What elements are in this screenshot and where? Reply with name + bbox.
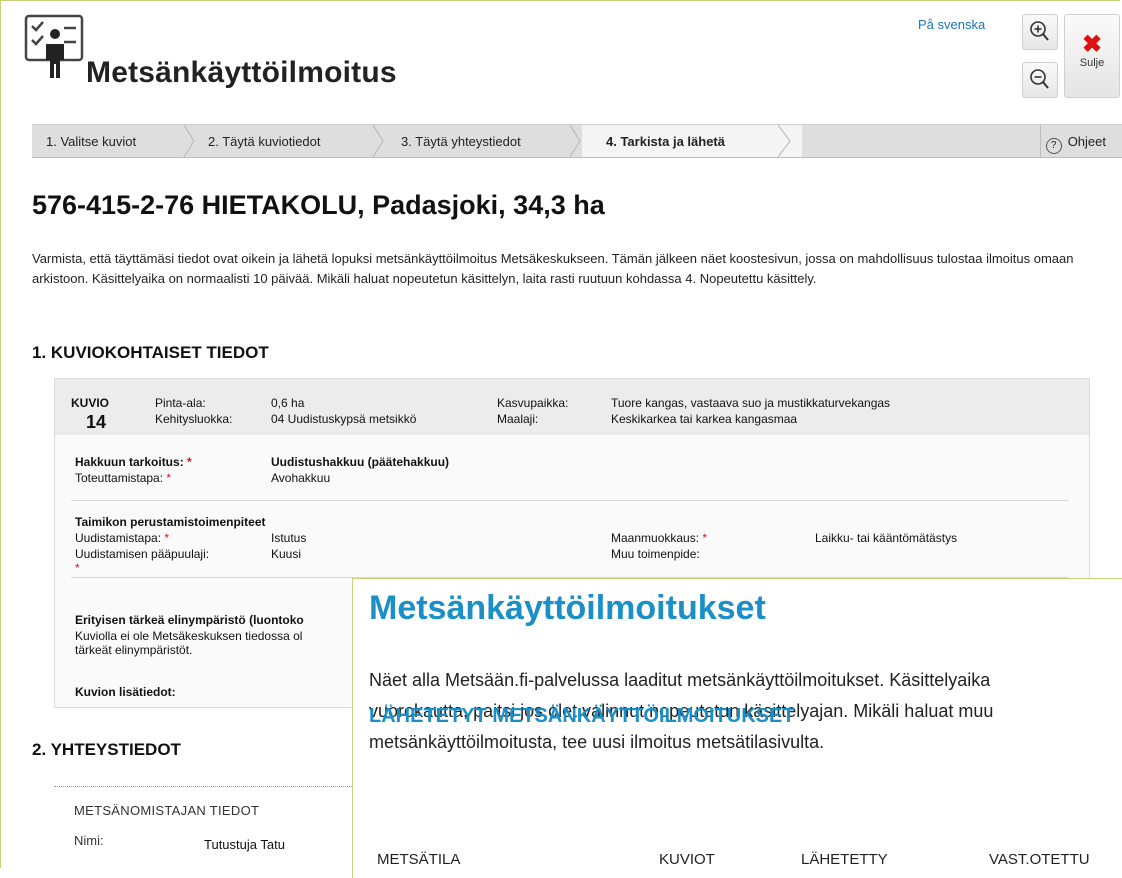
- uudistamistapa-value: Istutus: [271, 531, 307, 545]
- required-mark: *: [164, 531, 170, 545]
- maanmuokkaus-value: Laikku- tai kääntömätästys: [815, 531, 958, 545]
- column-header-vastaanotettu[interactable]: VAST.OTETTU: [989, 851, 1090, 868]
- pinta-ala-label: Pinta-ala:: [155, 396, 206, 410]
- kuvio-label: KUVIO: [71, 396, 110, 410]
- wizard-step-label: 2. Täytä kuviotiedot: [208, 134, 321, 149]
- required-mark: *: [166, 471, 172, 485]
- step-separator-icon: [778, 125, 791, 157]
- wizard-step-label: 4. Tarkista ja lähetä: [606, 134, 725, 149]
- wizard-step-3[interactable]: 3. Täytä yhteystiedot: [385, 125, 581, 157]
- column-header-kuviot[interactable]: KUVIOT: [659, 851, 715, 868]
- overlay-text-line: metsänkäyttöilmoitusta, tee uusi ilmoitu…: [369, 732, 825, 752]
- required-mark: *: [75, 561, 80, 575]
- owner-info-title: METSÄNOMISTAJAN TIEDOT: [74, 803, 260, 818]
- kasvupaikka-label: Kasvupaikka:: [497, 396, 569, 410]
- zoom-in-button[interactable]: [1022, 14, 1058, 50]
- app-title: Metsänkäyttöilmoitus: [86, 56, 397, 89]
- divider: [71, 500, 1069, 501]
- wizard-step-label: 1. Valitse kuviot: [46, 134, 137, 149]
- maalaji-label: Maalaji:: [497, 412, 539, 426]
- uudistamistapa-label: Uudistamistapa: *: [75, 531, 169, 545]
- muu-toimenpide-label: Muu toimenpide:: [611, 547, 700, 561]
- maalaji-value: Keskikarkea tai karkea kangasmaa: [611, 412, 798, 426]
- swedish-language-link[interactable]: På svenska: [918, 17, 985, 32]
- erityinen-text-line1: Kuviolla ei ole Metsäkeskuksen tiedossa …: [75, 629, 303, 643]
- hakkuu-value: Uudistushakkuu (päätehakkuu): [271, 455, 450, 469]
- paapuulaji-label: Uudistamisen pääpuulaji:: [75, 547, 210, 561]
- section-title-yhteystiedot: 2. YHTEYSTIEDOT: [32, 740, 181, 759]
- kuvio-header: KUVIO 14 Pinta-ala: 0,6 ha Kehitysluokka…: [55, 379, 1089, 435]
- owner-contact-section: METSÄNOMISTAJAN TIEDOT Nimi: Tutustuja T…: [54, 786, 354, 877]
- lisatiedot-label: Kuvion lisätiedot:: [75, 685, 176, 699]
- column-header-lahetetty[interactable]: LÄHETETTY: [801, 851, 888, 868]
- wizard-steps-bar: 1. Valitse kuviot 2. Täytä kuviotiedot 3…: [32, 124, 1122, 158]
- section-title-kuvio: 1. KUVIOKOHTAISET TIEDOT: [32, 343, 269, 362]
- zoom-out-icon: [1030, 69, 1049, 89]
- help-separator: [1040, 125, 1041, 157]
- required-mark: *: [187, 455, 192, 469]
- step-separator-icon: [183, 125, 195, 157]
- close-button-label: Sulje: [1079, 57, 1105, 69]
- forest-notice-logo-icon: [24, 14, 84, 78]
- zoom-out-button[interactable]: [1022, 62, 1058, 98]
- close-icon: ✖: [1081, 31, 1103, 58]
- column-header-metsatila[interactable]: METSÄTILA: [377, 851, 460, 868]
- wizard-step-2[interactable]: 2. Täytä kuviotiedot: [196, 125, 383, 157]
- overlay-subtitle: LÄHETETYT METSÄNKÄYTTÖILMOITUKSET: [369, 705, 795, 727]
- paapuulaji-value: Kuusi: [271, 547, 302, 561]
- help-button[interactable]: ? Ohjeet: [1045, 125, 1106, 157]
- overlay-text-line: Näet alla Metsään.fi-palvelussa laaditut…: [369, 670, 991, 690]
- uudistamistapa-label-text: Uudistamistapa:: [75, 531, 162, 545]
- wizard-step-1[interactable]: 1. Valitse kuviot: [32, 125, 196, 157]
- required-mark: *: [702, 531, 708, 545]
- owner-name-label: Nimi:: [74, 833, 104, 848]
- erityinen-title: Erityisen tärkeä elinympäristö (luontoko: [75, 613, 304, 627]
- overlay-title: Metsänkäyttöilmoitukset: [369, 589, 766, 627]
- kehitysluokka-label: Kehitysluokka:: [155, 412, 233, 426]
- toteutus-label: Toteuttamistapa: *: [75, 471, 171, 485]
- help-icon: ?: [1045, 138, 1062, 154]
- page-title: 576-415-2-76 HIETAKOLU, Padasjoki, 34,3 …: [32, 190, 605, 220]
- toteutus-value: Avohakkuu: [271, 471, 331, 485]
- hakkuu-label-text: Hakkuun tarkoitus:: [75, 455, 184, 469]
- help-label: Ohjeet: [1067, 134, 1106, 149]
- owner-name-value: Tutustuja Tatu: [204, 837, 285, 852]
- step-separator-icon: [372, 125, 384, 157]
- maanmuokkaus-label-text: Maanmuokkaus:: [611, 531, 700, 545]
- close-button[interactable]: ✖ Sulje: [1064, 14, 1120, 98]
- kehitysluokka-value: 04 Uudistuskypsä metsikkö: [271, 412, 417, 426]
- kasvupaikka-value: Tuore kangas, vastaava suo ja mustikkatu…: [611, 396, 891, 410]
- maanmuokkaus-label: Maanmuokkaus: *: [611, 531, 707, 545]
- step-separator-icon: [569, 125, 581, 157]
- hakkuu-label: Hakkuun tarkoitus: *: [75, 455, 192, 469]
- erityinen-text-line2: tärkeät elinympäristöt.: [75, 643, 193, 657]
- kuvio-number: 14: [86, 412, 107, 432]
- wizard-step-label: 3. Täytä yhteystiedot: [401, 134, 521, 149]
- wizard-step-4-active[interactable]: 4. Tarkista ja lähetä: [582, 125, 802, 157]
- notices-overlay-panel: Metsänkäyttöilmoitukset Näet alla Metsää…: [352, 578, 1122, 878]
- zoom-in-icon: [1030, 21, 1049, 41]
- taimikko-title: Taimikon perustamistoimenpiteet: [75, 515, 266, 529]
- intro-text: Varmista, että täyttämäsi tiedot ovat oi…: [32, 251, 1074, 286]
- pinta-ala-value: 0,6 ha: [271, 396, 305, 410]
- toteutus-label-text: Toteuttamistapa:: [75, 471, 164, 485]
